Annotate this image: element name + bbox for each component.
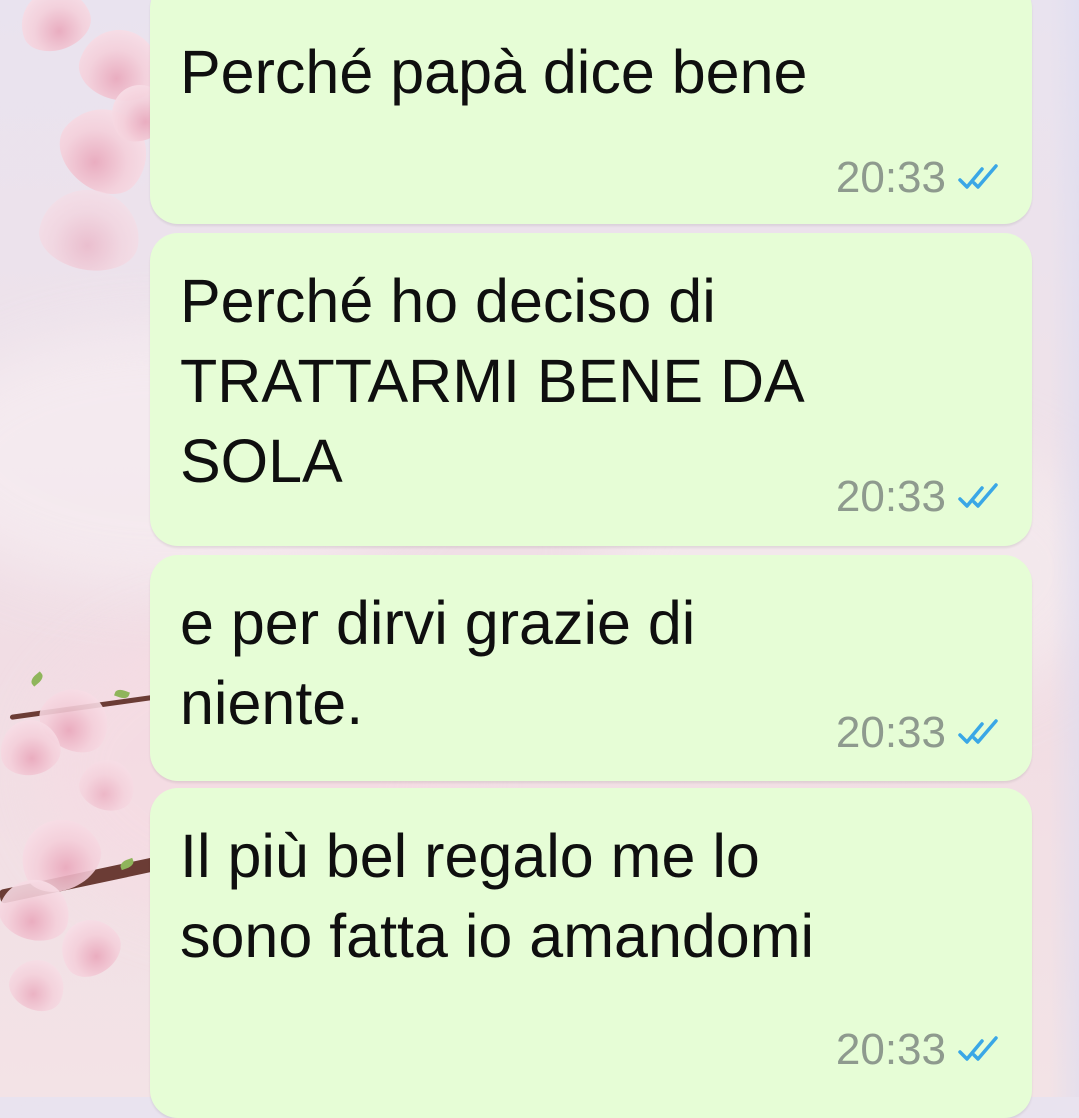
message-bubble[interactable]: e per dirvi grazie di niente. 20:33 xyxy=(150,555,1032,781)
message-bubble[interactable]: Perché ho deciso di TRATTARMI BENE DA SO… xyxy=(150,233,1032,546)
message-bubble[interactable]: Perché papà dice bene 20:33 xyxy=(150,0,1054,224)
message-time: 20:33 xyxy=(835,472,946,521)
message-text: Il più bel regalo me lo sono fatta io am… xyxy=(180,822,815,970)
double-check-read-icon xyxy=(958,1036,998,1061)
double-check-read-icon xyxy=(958,164,998,189)
message-time: 20:33 xyxy=(835,153,946,202)
message-text: Perché ho deciso di TRATTARMI BENE DA SO… xyxy=(180,267,805,495)
message-time: 20:33 xyxy=(835,708,946,757)
message-meta: 20:33 xyxy=(836,711,1004,755)
message-time: 20:33 xyxy=(835,1025,946,1074)
double-check-read-icon xyxy=(958,483,998,508)
message-meta: 20:33 xyxy=(836,156,1004,200)
double-check-read-icon xyxy=(958,719,998,744)
message-meta: 20:33 xyxy=(836,1028,1004,1072)
message-meta: 20:33 xyxy=(836,475,1004,519)
message-text: Perché papà dice bene xyxy=(180,38,808,106)
message-bubble[interactable]: Il più bel regalo me lo sono fatta io am… xyxy=(150,788,1032,1118)
bubble-tail xyxy=(1028,0,1054,2)
